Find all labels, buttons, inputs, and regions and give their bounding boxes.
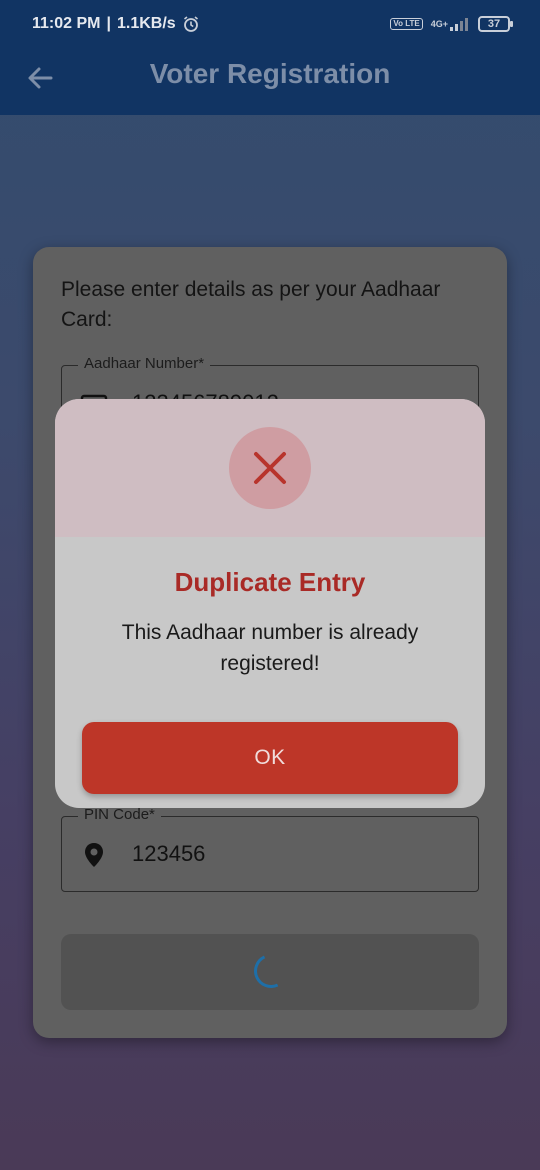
close-icon (254, 452, 286, 484)
status-time: 11:02 PM (32, 15, 101, 32)
duplicate-entry-dialog: Duplicate Entry This Aadhaar number is a… (55, 399, 485, 808)
dialog-title: Duplicate Entry (174, 567, 366, 597)
network-type: 4G+ (430, 18, 448, 29)
submit-button[interactable] (61, 934, 479, 1010)
dialog-header (55, 399, 485, 537)
status-speed: 1.1KB/s (116, 15, 176, 32)
page-title: Voter Registration (149, 58, 391, 89)
loading-spinner (249, 949, 293, 993)
aadhaar-number-label: Aadhaar Number* (78, 355, 211, 372)
app-bar: Voter Registration (0, 48, 540, 115)
pin-code-label: PIN Code* (78, 806, 161, 823)
location-pin-icon (80, 841, 108, 869)
status-separator: | (106, 15, 111, 32)
signal-icon: 4G+ (431, 17, 470, 31)
pin-code-field[interactable]: PIN Code* 123456 (61, 806, 479, 892)
alarm-icon (182, 15, 200, 33)
battery-icon: 37 (478, 16, 513, 32)
ok-button[interactable]: OK (82, 722, 458, 794)
error-icon-badge (229, 427, 311, 509)
pin-code-value: 123456 (132, 841, 206, 866)
form-instructions: Please enter details as per your Aadhaar… (61, 278, 441, 331)
status-bar: 11:02 PM | 1.1KB/s Vo LTE 4G+ 37 (0, 0, 540, 48)
dialog-message: This Aadhaar number is already registere… (121, 621, 419, 675)
volte-icon: Vo LTE (390, 18, 423, 30)
